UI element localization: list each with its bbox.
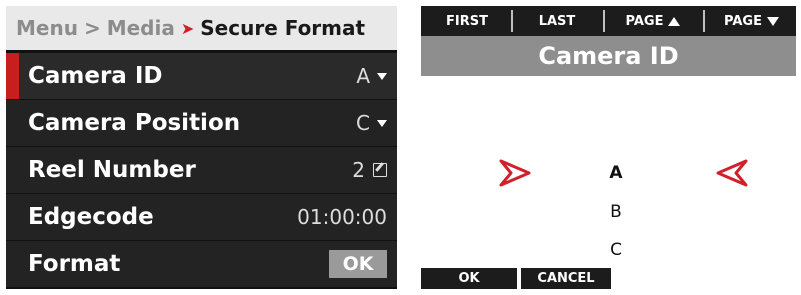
last-label: LAST — [538, 13, 576, 29]
page-up-label: PAGE — [625, 13, 664, 29]
menu-row-camera-id[interactable]: Camera ID A — [6, 53, 397, 99]
reel-number-field[interactable]: 2 — [352, 158, 387, 182]
menu-row-label: Camera Position — [28, 110, 241, 136]
selector-left-arrow-icon — [716, 159, 748, 187]
format-ok-button[interactable]: OK — [329, 250, 387, 278]
dropdown-value: A — [356, 64, 370, 88]
nav-divider — [511, 10, 513, 32]
menu-row-label: Camera ID — [28, 63, 163, 89]
breadcrumb-separator: > — [83, 16, 101, 40]
chevron-down-icon — [377, 119, 387, 127]
menu-row-camera-position[interactable]: Camera Position C — [6, 100, 397, 146]
page-up-button[interactable]: PAGE — [607, 6, 699, 36]
menu-row-format[interactable]: Format OK — [6, 241, 397, 287]
menu-row-label: Format — [28, 251, 121, 277]
nav-divider — [703, 10, 705, 32]
page-down-label: PAGE — [724, 13, 762, 29]
breadcrumb-menu[interactable]: Menu — [16, 16, 78, 40]
chevron-down-icon — [377, 72, 387, 80]
menu-row-reel-number[interactable]: Reel Number 2 — [6, 147, 397, 193]
breadcrumb-media[interactable]: Media — [107, 16, 175, 40]
camera-id-picker: FIRST LAST PAGE PAGE Camera ID A B C OK … — [421, 6, 796, 289]
nav-bar: FIRST LAST PAGE PAGE — [421, 6, 796, 36]
field-value: 2 — [352, 158, 365, 182]
selection-indicator — [6, 53, 19, 99]
dropdown-value: C — [356, 111, 370, 135]
breadcrumb-current: Secure Format — [200, 16, 366, 40]
first-label: FIRST — [446, 13, 488, 29]
triangle-down-icon — [766, 16, 779, 26]
last-button[interactable]: LAST — [515, 6, 599, 36]
option-a[interactable]: A — [601, 163, 631, 183]
first-button[interactable]: FIRST — [427, 6, 507, 36]
edgecode-value: 01:00:00 — [297, 205, 387, 229]
option-b[interactable]: B — [601, 202, 631, 222]
cancel-button[interactable]: CANCEL — [521, 268, 611, 289]
breadcrumb-arrow-icon: ➤ — [180, 18, 195, 38]
secure-format-menu: Menu > Media ➤ Secure Format Camera ID A… — [6, 6, 397, 289]
menu-row-label: Reel Number — [28, 157, 196, 183]
edit-icon — [373, 163, 387, 177]
camera-position-dropdown[interactable]: C — [356, 111, 387, 135]
camera-id-dropdown[interactable]: A — [356, 64, 387, 88]
ok-button[interactable]: OK — [421, 268, 517, 289]
menu-row-edgecode[interactable]: Edgecode 01:00:00 — [6, 194, 397, 240]
nav-divider — [603, 10, 605, 32]
triangle-up-icon — [668, 16, 681, 26]
picker-title: Camera ID — [421, 36, 796, 76]
page-down-button[interactable]: PAGE — [707, 6, 796, 36]
breadcrumb: Menu > Media ➤ Secure Format — [6, 6, 397, 50]
menu-row-label: Edgecode — [28, 204, 154, 230]
option-c[interactable]: C — [601, 240, 631, 260]
selector-right-arrow-icon — [499, 159, 531, 187]
